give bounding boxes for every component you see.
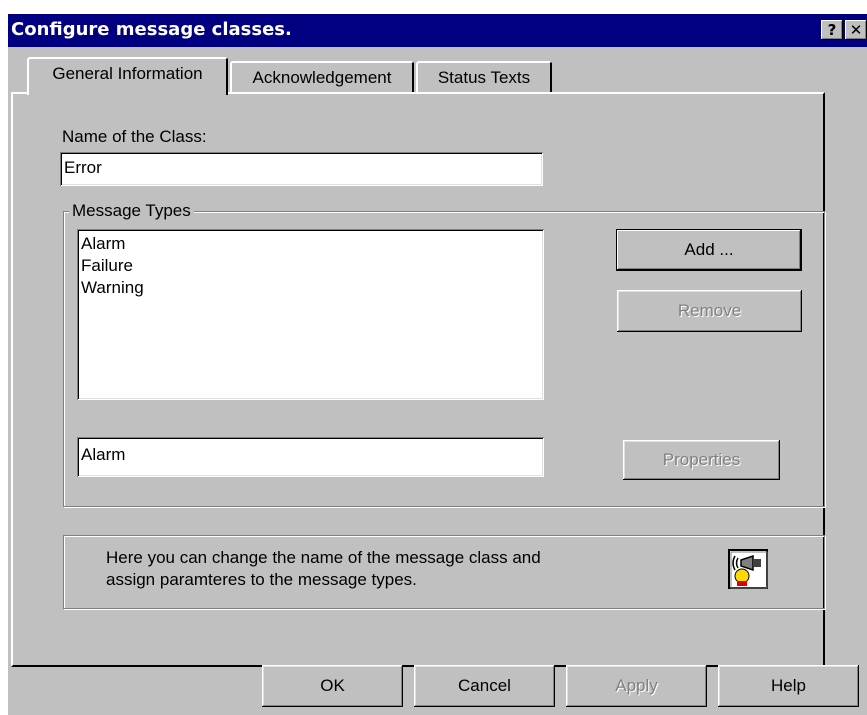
alarm-horn-icon	[728, 549, 768, 589]
tab-status-texts[interactable]: Status Texts	[416, 61, 552, 95]
title-bar[interactable]: Configure message classes. ? ✕	[8, 14, 867, 47]
add-button[interactable]: Add ...	[616, 229, 802, 271]
class-name-label: Name of the Class:	[62, 127, 207, 146]
message-types-group-label: Message Types	[69, 201, 194, 221]
selected-type-input[interactable]: Alarm	[77, 437, 544, 477]
configure-message-classes-dialog: Configure message classes. ? ✕ General I…	[8, 14, 867, 715]
list-item[interactable]: Warning	[77, 277, 544, 299]
list-item[interactable]: Failure	[77, 255, 544, 277]
class-name-input[interactable]: Error	[60, 152, 543, 186]
properties-button[interactable]: Properties	[623, 440, 780, 480]
add-button-label: Add ...	[684, 240, 734, 259]
ok-button[interactable]: OK	[262, 665, 403, 707]
window-title: Configure message classes.	[11, 19, 292, 40]
info-text-line2: assign paramteres to the message types.	[106, 570, 417, 589]
help-button[interactable]: Help	[718, 665, 859, 707]
list-item[interactable]: Alarm	[77, 233, 544, 255]
remove-button[interactable]: Remove	[617, 290, 802, 332]
apply-button[interactable]: Apply	[566, 665, 707, 707]
tab-acknowledgement[interactable]: Acknowledgement	[230, 61, 414, 95]
info-text-line1: Here you can change the name of the mess…	[106, 548, 541, 567]
tab-panel-general-information: Name of the Class: Error Message Types A…	[11, 92, 825, 667]
help-question-button[interactable]: ?	[821, 20, 843, 40]
tab-general-information[interactable]: General Information	[27, 57, 228, 95]
cancel-button[interactable]: Cancel	[414, 665, 555, 707]
close-button[interactable]: ✕	[845, 20, 867, 40]
message-types-list[interactable]: Alarm Failure Warning	[77, 229, 544, 400]
